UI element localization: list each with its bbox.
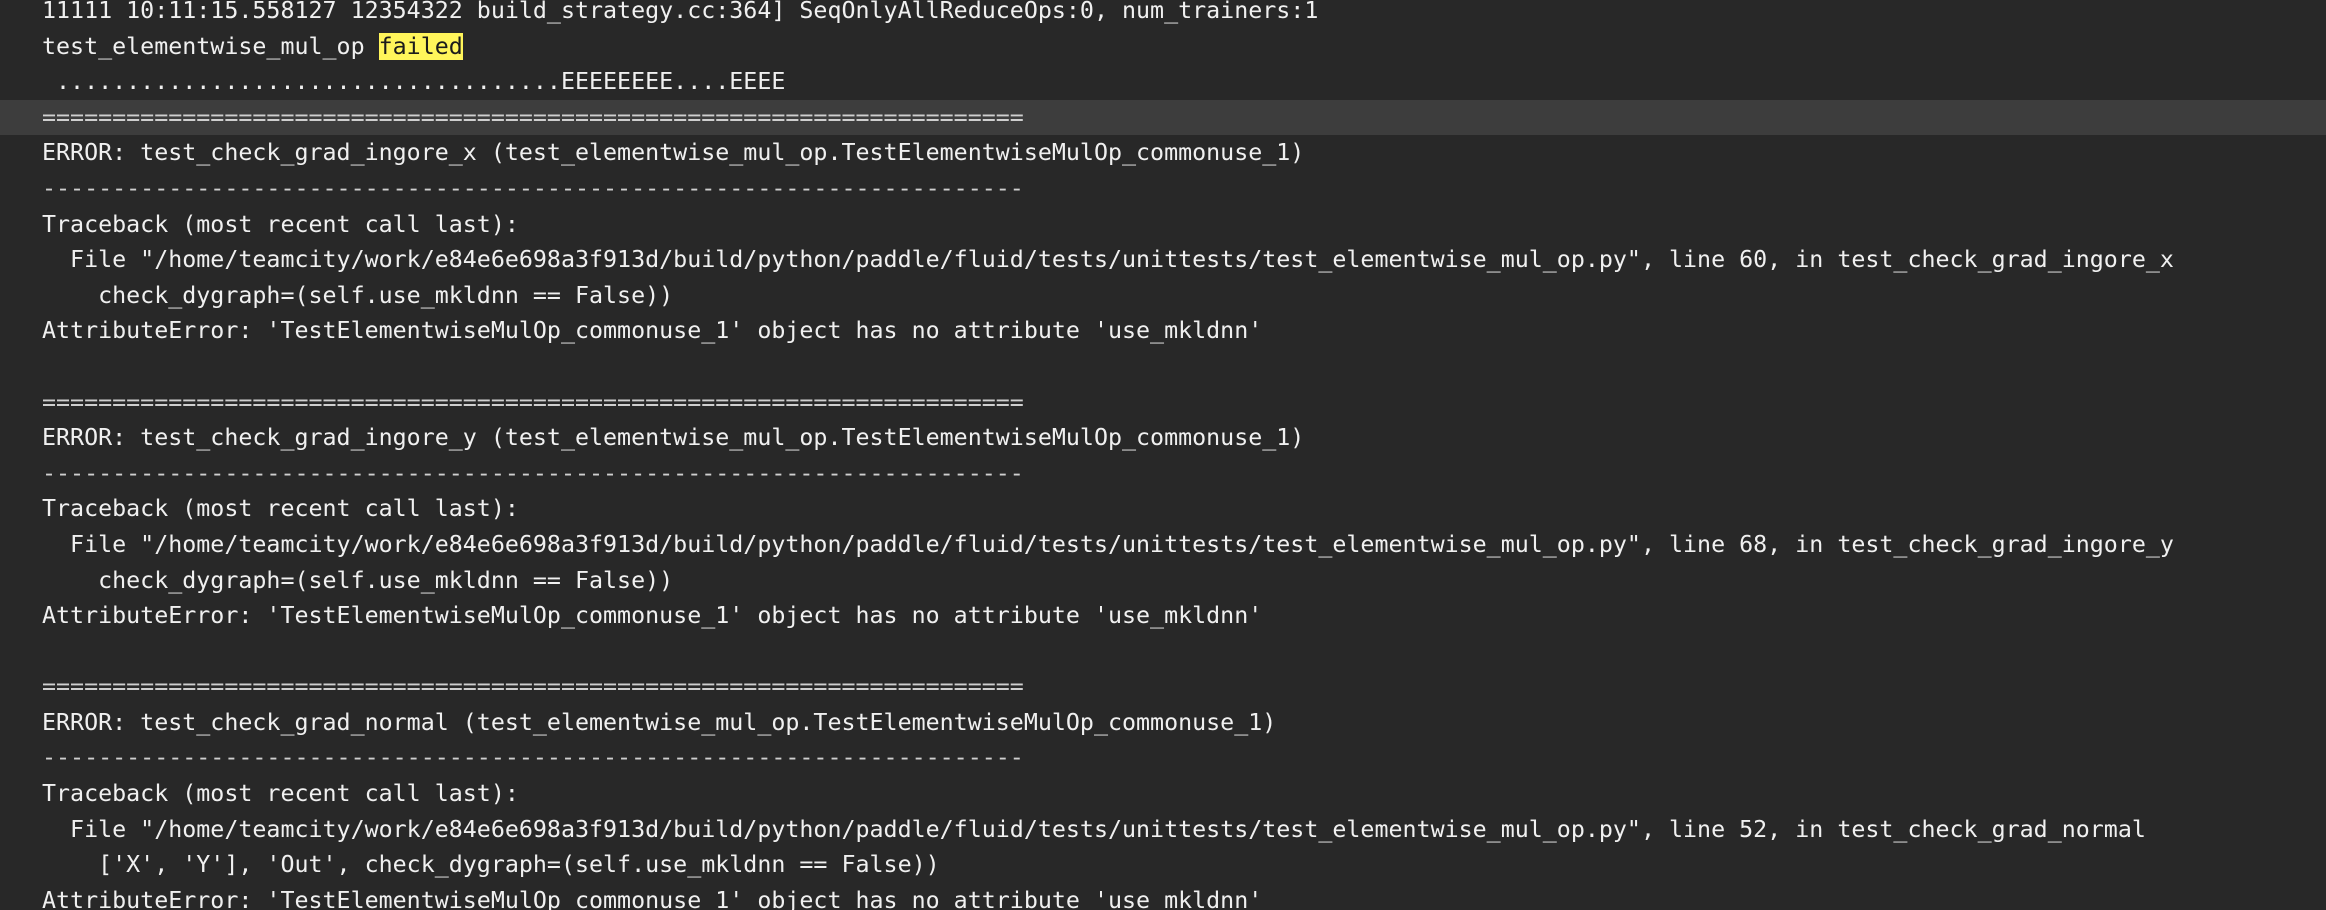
code-text: check_dygraph=(self.use_mkldnn == False)…	[42, 281, 674, 309]
traceback-header: Traceback (most recent call last):	[0, 491, 2326, 527]
traceback-text: Traceback (most recent call last):	[42, 210, 519, 238]
separator-line: ========================================…	[0, 669, 2326, 705]
file-path-text: File "/home/teamcity/work/e84e6e698a3f91…	[42, 530, 2174, 558]
separator-line: ----------------------------------------…	[0, 456, 2326, 492]
separator-line: ----------------------------------------…	[0, 171, 2326, 207]
traceback-file-line: File "/home/teamcity/work/e84e6e698a3f91…	[0, 812, 2326, 848]
test-progress-line: ....................................EEEE…	[0, 64, 2326, 100]
error-title: ERROR: test_check_grad_ingore_x (test_el…	[42, 139, 1305, 167]
traceback-header: Traceback (most recent call last):	[0, 207, 2326, 243]
error-message: AttributeError: 'TestElementwiseMulOp_co…	[42, 602, 1263, 630]
log-line-partial: 11111 10:11:15.558127 12354322 build_str…	[0, 0, 2326, 29]
separator-single: ----------------------------------------…	[42, 744, 1024, 772]
log-text: 11111 10:11:15.558127 12354322 build_str…	[42, 0, 1319, 24]
traceback-file-line: File "/home/teamcity/work/e84e6e698a3f91…	[0, 242, 2326, 278]
error-message: AttributeError: 'TestElementwiseMulOp_co…	[42, 317, 1263, 345]
error-header: ERROR: test_check_grad_normal (test_elem…	[0, 705, 2326, 741]
separator-double: ========================================…	[42, 103, 1024, 131]
error-message: AttributeError: 'TestElementwiseMulOp_co…	[42, 886, 1263, 910]
attribute-error-line: AttributeError: 'TestElementwiseMulOp_co…	[0, 883, 2326, 910]
separator-double: ========================================…	[42, 673, 1024, 701]
traceback-file-line: File "/home/teamcity/work/e84e6e698a3f91…	[0, 527, 2326, 563]
attribute-error-line: AttributeError: 'TestElementwiseMulOp_co…	[0, 313, 2326, 349]
separator-single: ----------------------------------------…	[42, 459, 1024, 487]
failed-highlight: failed	[378, 32, 463, 60]
error-header: ERROR: test_check_grad_ingore_x (test_el…	[0, 135, 2326, 171]
error-title: ERROR: test_check_grad_normal (test_elem…	[42, 708, 1277, 736]
file-path-text: File "/home/teamcity/work/e84e6e698a3f91…	[42, 246, 2174, 274]
separator-single: ----------------------------------------…	[42, 174, 1024, 202]
separator-double: ========================================…	[42, 388, 1024, 416]
code-text: check_dygraph=(self.use_mkldnn == False)…	[42, 566, 674, 594]
progress-dots: ....................................EEEE…	[42, 68, 786, 96]
separator-line: ========================================…	[0, 385, 2326, 421]
test-name: test_elementwise_mul_op	[42, 32, 379, 60]
file-path-text: File "/home/teamcity/work/e84e6e698a3f91…	[42, 815, 2146, 843]
traceback-header: Traceback (most recent call last):	[0, 776, 2326, 812]
selected-separator-line[interactable]: ========================================…	[0, 99, 2326, 136]
test-status-line: test_elementwise_mul_op failed	[0, 29, 2326, 65]
traceback-text: Traceback (most recent call last):	[42, 780, 519, 808]
traceback-code-line: check_dygraph=(self.use_mkldnn == False)…	[0, 278, 2326, 314]
error-header: ERROR: test_check_grad_ingore_y (test_el…	[0, 420, 2326, 456]
traceback-code-line: check_dygraph=(self.use_mkldnn == False)…	[0, 563, 2326, 599]
error-title: ERROR: test_check_grad_ingore_y (test_el…	[42, 424, 1305, 452]
traceback-code-line: ['X', 'Y'], 'Out', check_dygraph=(self.u…	[0, 847, 2326, 883]
terminal-output[interactable]: 11111 10:11:15.558127 12354322 build_str…	[0, 0, 2326, 910]
separator-line: ----------------------------------------…	[0, 740, 2326, 776]
attribute-error-line: AttributeError: 'TestElementwiseMulOp_co…	[0, 598, 2326, 634]
code-text: ['X', 'Y'], 'Out', check_dygraph=(self.u…	[42, 851, 940, 879]
traceback-text: Traceback (most recent call last):	[42, 495, 519, 523]
